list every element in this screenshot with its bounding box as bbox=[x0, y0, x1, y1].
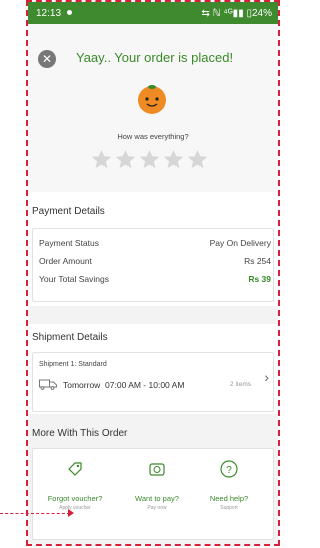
close-icon: ✕ bbox=[41, 52, 53, 66]
more-with-order-title: More With This Order bbox=[32, 428, 128, 439]
star-icon[interactable] bbox=[90, 148, 113, 171]
rating-question: How was everything? bbox=[117, 132, 189, 141]
order-amount-row: Order Amount Rs 254 bbox=[33, 256, 273, 266]
need-help-action[interactable]: ? Need help? Support bbox=[201, 459, 257, 511]
shipment-card[interactable]: Shipment 1: Standard Tomorrow 07:00 AM -… bbox=[32, 352, 274, 412]
star-icon[interactable] bbox=[138, 148, 161, 171]
total-savings-label: Your Total Savings bbox=[39, 274, 109, 284]
annotation-arrow-head bbox=[68, 509, 74, 517]
total-savings-row: Your Total Savings Rs 39 bbox=[33, 274, 273, 284]
shipment-label: Shipment 1: Standard bbox=[39, 361, 107, 368]
pay-now-action[interactable]: Want to pay? Pay now bbox=[129, 459, 185, 511]
status-bar: 12:13 ⇆ ℕ ⁴ᴳ▮▮ ▯24% bbox=[28, 2, 278, 24]
chevron-right-icon: › bbox=[264, 369, 269, 385]
close-button[interactable]: ✕ bbox=[38, 50, 56, 68]
item-count: 2 items bbox=[230, 381, 251, 388]
delivery-slot: Tomorrow 07:00 AM - 10:00 AM bbox=[63, 379, 185, 390]
rupee-pay-icon bbox=[149, 463, 165, 476]
annotation-arrow-line bbox=[0, 513, 70, 514]
shipment-details-title: Shipment Details bbox=[32, 332, 108, 343]
payment-status-row: Payment Status Pay On Delivery bbox=[33, 238, 273, 248]
star-icon[interactable] bbox=[162, 148, 185, 171]
section-divider bbox=[28, 306, 278, 324]
order-amount-label: Order Amount bbox=[39, 256, 92, 266]
order-placed-hero: ✕ Yaay.. Your order is placed! How was e… bbox=[28, 24, 278, 192]
voucher-icon bbox=[68, 462, 82, 476]
status-indicators: ⇆ ℕ ⁴ᴳ▮▮ ▯24% bbox=[201, 7, 272, 19]
forgot-voucher-action[interactable]: Forgot voucher? Apply voucher bbox=[47, 459, 103, 511]
payment-details-card: Payment Status Pay On Delivery Order Amo… bbox=[32, 228, 274, 302]
phone-screen: 12:13 ⇆ ℕ ⁴ᴳ▮▮ ▯24% ✕ Yaay.. Your order … bbox=[26, 0, 280, 546]
total-savings-value: Rs 39 bbox=[248, 274, 271, 284]
payment-details-title: Payment Details bbox=[32, 206, 105, 217]
star-icon[interactable] bbox=[114, 148, 137, 171]
help-icon: ? bbox=[220, 460, 238, 478]
status-time: 12:13 bbox=[36, 8, 73, 19]
svg-text:?: ? bbox=[226, 465, 232, 476]
star-rating[interactable] bbox=[90, 148, 209, 171]
star-icon[interactable] bbox=[186, 148, 209, 171]
payment-status-value: Pay On Delivery bbox=[209, 238, 271, 248]
orange-mascot-icon bbox=[138, 85, 166, 114]
more-actions-card: Forgot voucher? Apply voucher Want to pa… bbox=[32, 448, 274, 540]
payment-status-label: Payment Status bbox=[39, 238, 100, 248]
shipment-slot-line: Tomorrow 07:00 AM - 10:00 AM bbox=[39, 379, 184, 390]
order-placed-title: Yaay.. Your order is placed! bbox=[76, 50, 234, 65]
truck-icon bbox=[39, 379, 57, 390]
order-amount-value: Rs 254 bbox=[244, 256, 271, 266]
